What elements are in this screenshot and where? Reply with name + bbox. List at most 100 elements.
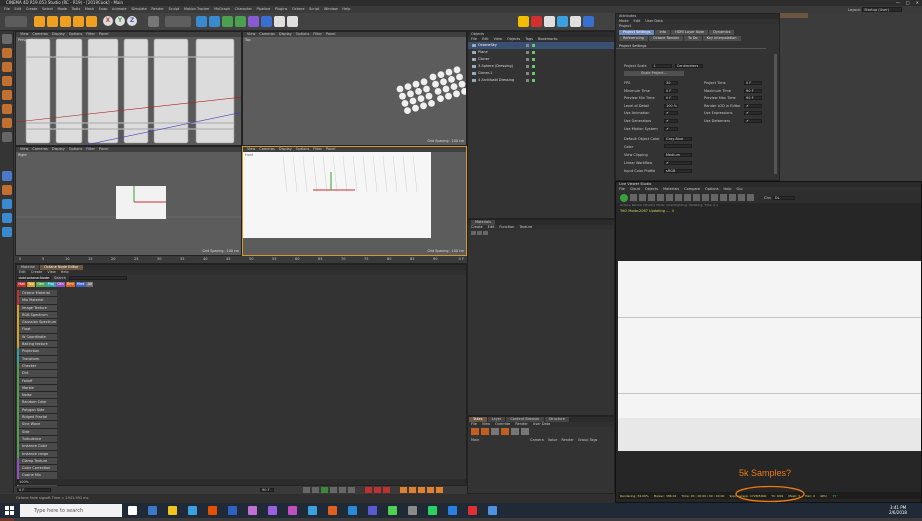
channel-dropdown[interactable]: DL — [772, 195, 795, 200]
viewport-menu-item[interactable]: Filter — [313, 147, 322, 151]
material-icon[interactable] — [477, 231, 482, 235]
taskbar-app-icon[interactable] — [148, 506, 157, 515]
menu-item[interactable]: Pipeline — [257, 7, 271, 11]
node-item[interactable]: Instance range — [17, 450, 57, 458]
attribute-tab[interactable]: Octane Render — [648, 36, 684, 41]
taskbar-app-icon[interactable] — [188, 506, 197, 515]
attributes-menu-item[interactable]: Edit — [634, 19, 641, 23]
first-frame-icon[interactable] — [303, 487, 310, 493]
viewport-menu-item[interactable]: Cameras — [32, 32, 48, 36]
object-visibility-icon[interactable] — [526, 51, 529, 54]
take-main[interactable]: Main — [471, 438, 526, 442]
menu-item[interactable]: Simulate — [131, 7, 146, 11]
object-visibility-icon[interactable] — [526, 79, 529, 82]
menu-item[interactable]: Tools — [72, 7, 81, 11]
object-row[interactable]: 4 Archibald Dressing — [468, 77, 614, 84]
node-item[interactable]: Image Texture — [17, 304, 57, 312]
taskbar-app-icon[interactable] — [348, 506, 357, 515]
model-mode-icon[interactable] — [2, 48, 12, 58]
live-viewer-menu-item[interactable]: Objects — [645, 187, 658, 191]
taskbar-app-icon[interactable] — [328, 506, 337, 515]
record-icon[interactable] — [365, 487, 372, 493]
live-viewer-menu-item[interactable]: Materials — [663, 187, 679, 191]
takes-menu-item[interactable]: File — [471, 422, 477, 426]
material-icon[interactable] — [483, 231, 488, 235]
objects-menu-item[interactable]: File — [471, 37, 477, 41]
locked-workplane-icon[interactable] — [2, 185, 12, 195]
settings-icon[interactable] — [747, 194, 754, 201]
transform-tool-icon[interactable] — [73, 16, 84, 27]
attribute-value[interactable]: ✔ — [744, 103, 762, 108]
taskbar-app-icon[interactable] — [368, 506, 377, 515]
take-icon[interactable] — [501, 428, 509, 435]
material-icon[interactable] — [471, 231, 476, 235]
attribute-value[interactable]: 100 % — [664, 103, 678, 108]
taskbar-app-icon[interactable] — [308, 506, 317, 515]
menu-item[interactable]: Plugins — [275, 7, 288, 11]
live-viewer-menu-item[interactable]: Options — [705, 187, 719, 191]
subsampling-icon[interactable] — [720, 194, 727, 201]
planar-workplane-icon[interactable] — [2, 199, 12, 209]
attribute-tab[interactable]: Dynamics — [709, 30, 735, 35]
attribute-value[interactable]: ✔ — [664, 161, 692, 165]
viewport-menu-item[interactable]: Panel — [326, 32, 335, 36]
take-icon[interactable] — [521, 428, 529, 435]
camera-icon[interactable] — [274, 16, 285, 27]
object-tag-icon[interactable] — [532, 44, 535, 47]
undo-icon[interactable] — [5, 16, 27, 27]
start-frame-field[interactable]: 0 F — [17, 488, 51, 492]
materials-menu-item[interactable]: Texture — [519, 225, 532, 229]
taskbar-app-icon[interactable] — [128, 506, 137, 515]
node-item[interactable]: Ridged Fractal — [17, 414, 57, 422]
node-item[interactable]: Octane Material — [17, 290, 57, 298]
viewport-menu-item[interactable]: Display — [279, 147, 292, 151]
menu-item[interactable]: Animate — [112, 7, 127, 11]
attribute-value[interactable]: ✔ — [664, 111, 678, 116]
take-icon[interactable] — [511, 428, 519, 435]
viewport-menu-item[interactable]: Filter — [313, 32, 322, 36]
materials-menu-item[interactable]: Edit — [488, 225, 495, 229]
live-viewer-menu-item[interactable]: Compare — [684, 187, 700, 191]
take-icon[interactable] — [481, 428, 489, 435]
attribute-tab[interactable]: Referencing — [619, 36, 648, 41]
node-item[interactable]: Polygon Side — [17, 406, 57, 415]
points-mode-icon[interactable] — [2, 90, 12, 100]
texture-mode-icon[interactable] — [2, 62, 12, 72]
objects-menu-item[interactable]: Edit — [482, 37, 489, 41]
attribute-value[interactable]: 90 F — [744, 88, 762, 93]
viewport-menu-item[interactable]: Panel — [99, 32, 108, 36]
taskbar-app-icon[interactable] — [428, 506, 437, 515]
viewport-menu-item[interactable]: Panel — [99, 147, 108, 151]
attribute-value[interactable]: 30 — [664, 81, 678, 85]
attribute-value[interactable]: 0 F — [664, 96, 678, 101]
viewport-front[interactable]: View Cameras Display Options Filter Panel Fro… — [242, 146, 467, 256]
attribute-value[interactable]: ✔ — [744, 111, 762, 116]
menu-item[interactable]: Octane — [292, 7, 305, 11]
keyframe-selection-icon[interactable] — [383, 487, 390, 493]
viewport-menu-item[interactable]: Cameras — [259, 32, 275, 36]
objects-menu-item[interactable]: Bookmarks — [538, 37, 558, 41]
viewport-menu-item[interactable]: Cameras — [32, 147, 48, 151]
attribute-tab[interactable]: Info — [655, 30, 671, 35]
edges-mode-icon[interactable] — [2, 104, 12, 114]
taskbar-search[interactable]: Type here to search — [20, 504, 122, 517]
object-visibility-icon[interactable] — [526, 65, 529, 68]
viewport-menu-item[interactable]: View — [247, 147, 255, 151]
enable-axis-icon[interactable] — [2, 132, 12, 142]
node-item[interactable]: Sine Wave — [17, 421, 57, 429]
viewport-menu-item[interactable]: Options — [296, 147, 310, 151]
viewport-menu-item[interactable]: View — [20, 147, 28, 151]
attribute-value[interactable]: Gray-Blue — [664, 137, 692, 141]
attribute-value[interactable]: ✔ — [664, 126, 678, 131]
taskbar-app-icon[interactable] — [448, 506, 457, 515]
node-item[interactable]: Transform — [17, 355, 57, 363]
octane-toolbar-icon[interactable] — [583, 16, 594, 27]
menu-item[interactable]: File — [4, 7, 10, 11]
viewport-menu-item[interactable]: Panel — [326, 147, 335, 151]
object-row[interactable]: 3-Sphere (Dressing) — [468, 63, 614, 70]
search-input[interactable] — [69, 276, 128, 280]
restart-icon[interactable] — [648, 194, 655, 201]
node-item[interactable]: Dirt — [17, 370, 57, 378]
takes-menu-item[interactable]: View — [482, 422, 490, 426]
object-tag-icon[interactable] — [532, 72, 535, 75]
